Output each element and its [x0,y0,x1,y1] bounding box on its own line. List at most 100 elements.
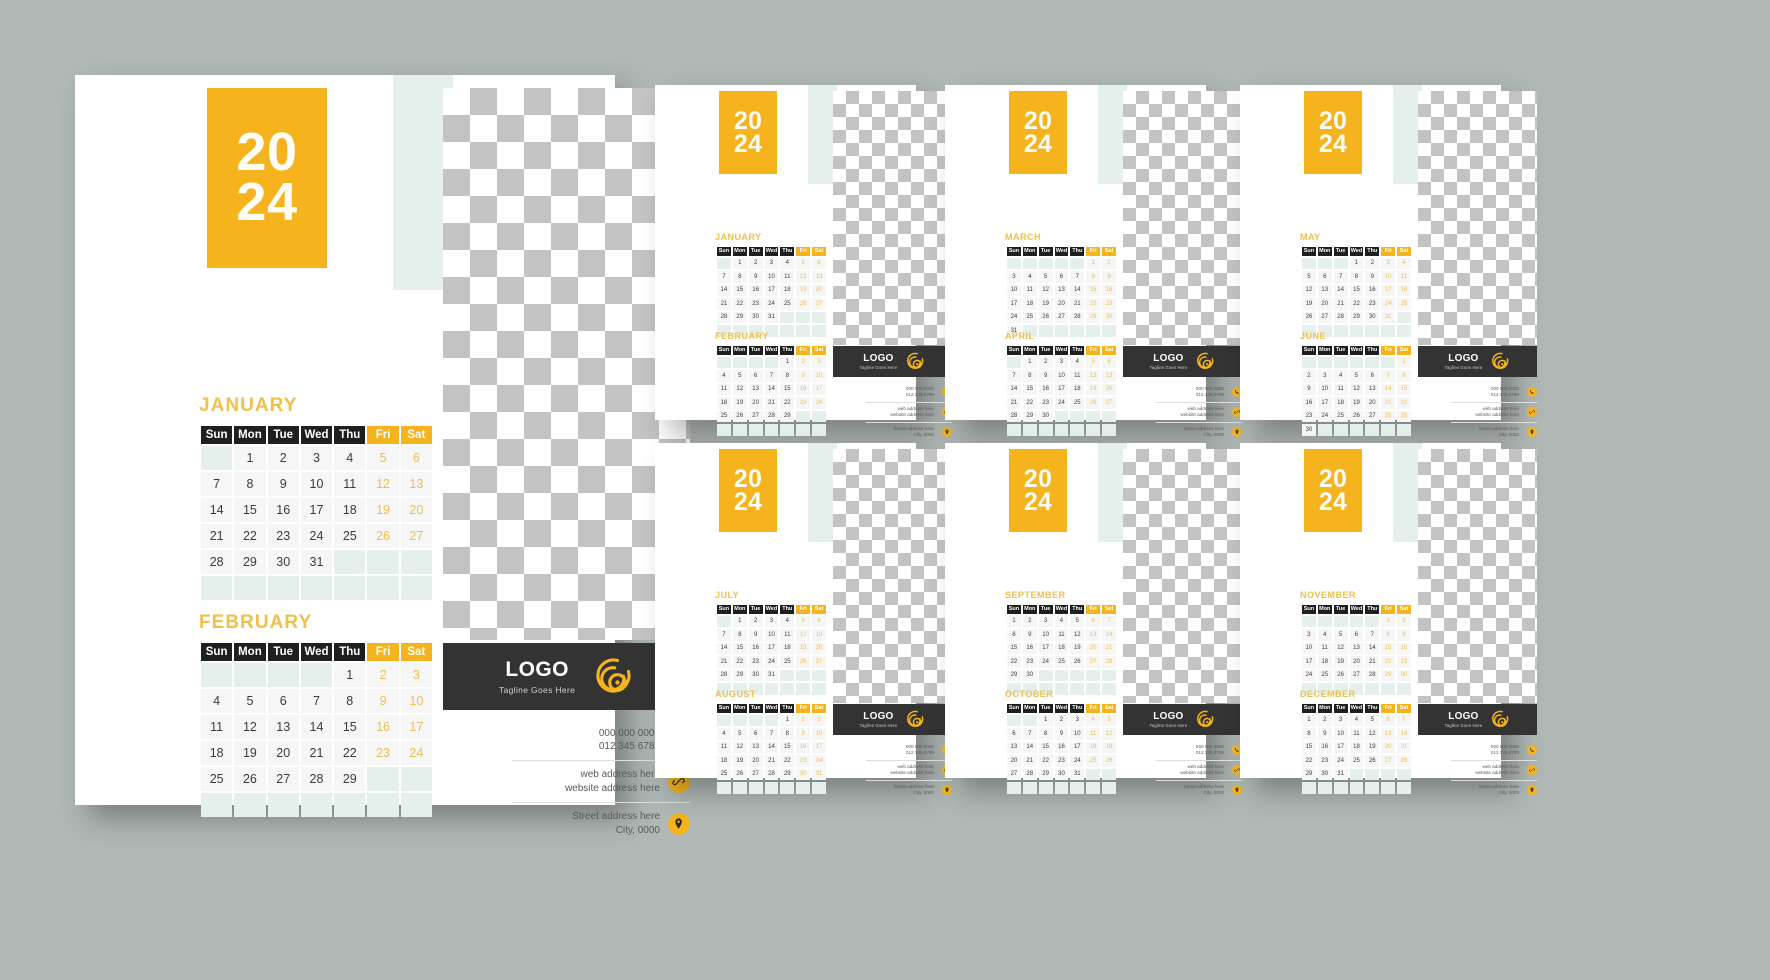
calendar-day-cell[interactable]: 11 [717,383,731,396]
calendar-day-cell[interactable]: 25 [717,768,731,781]
calendar-day-cell[interactable]: 18 [1317,656,1332,668]
calendar-day-cell[interactable]: 26 [796,656,811,668]
calendar-day-cell[interactable]: 7 [764,370,779,382]
calendar-day-cell[interactable]: 1 [1007,615,1021,628]
calendar-day-cell[interactable]: 4 [717,728,731,740]
photo-placeholder[interactable] [1123,91,1242,345]
calendar-day-cell[interactable]: 14 [764,383,779,396]
calendar-day-cell[interactable]: 22 [1007,656,1021,668]
calendar-day-cell[interactable]: 13 [1317,284,1332,297]
calendar-day-cell[interactable]: 13 [1349,642,1364,655]
calendar-day-cell[interactable]: 18 [334,497,366,522]
calendar-day-cell[interactable]: 22 [732,298,747,310]
calendar-day-cell[interactable]: 23 [1317,755,1332,767]
calendar-day-cell[interactable]: 15 [334,714,366,739]
calendar-day-cell[interactable]: 29 [1349,311,1364,324]
calendar-day-cell[interactable]: 24 [764,656,779,668]
contact-icon-address[interactable] [1527,427,1537,438]
calendar-day-cell[interactable]: 23 [1038,397,1053,409]
calendar-day-cell[interactable]: 25 [1317,669,1332,682]
calendar-day-cell[interactable]: 27 [1349,669,1364,682]
calendar-day-cell[interactable]: 26 [1070,656,1085,668]
calendar-day-cell[interactable]: 22 [1302,755,1316,767]
calendar-day-cell[interactable]: 4 [1070,356,1085,369]
calendar-day-cell[interactable]: 26 [1333,669,1348,682]
calendar-day-cell[interactable]: 16 [1038,383,1053,396]
calendar-day-cell[interactable]: 10 [1038,629,1053,641]
calendar-day-cell[interactable]: 25 [1054,656,1069,668]
calendar-day-cell[interactable]: 4 [717,370,731,382]
calendar-day-cell[interactable]: 5 [796,615,811,628]
calendar-day-cell[interactable]: 22 [1086,298,1101,310]
calendar-day-cell[interactable]: 14 [201,497,233,522]
calendar-day-cell[interactable]: 15 [234,497,266,522]
calendar-day-cell[interactable]: 18 [1349,741,1364,754]
calendar-day-cell[interactable]: 28 [1007,410,1021,423]
calendar-day-cell[interactable]: 17 [1007,298,1021,310]
calendar-day-cell[interactable]: 5 [1333,629,1348,641]
calendar-day-cell[interactable]: 3 [1054,356,1069,369]
calendar-day-cell[interactable]: 17 [1054,383,1069,396]
calendar-day-cell[interactable]: 22 [334,740,366,765]
calendar-day-cell[interactable]: 18 [1333,397,1348,409]
calendar-day-cell[interactable]: 1 [732,615,747,628]
calendar-day-cell[interactable]: 13 [267,714,299,739]
calendar-day-cell[interactable]: 14 [717,284,731,297]
calendar-day-cell[interactable]: 6 [267,688,299,713]
calendar-day-cell[interactable]: 21 [1102,642,1116,655]
calendar-day-cell[interactable]: 12 [796,271,811,283]
calendar-day-cell[interactable]: 24 [1381,298,1396,310]
calendar-day-cell[interactable]: 6 [1054,271,1069,283]
calendar-day-cell[interactable]: 11 [1054,629,1069,641]
calendar-day-cell[interactable]: 2 [1102,257,1116,270]
calendar-day-cell[interactable]: 30 [1054,768,1069,781]
calendar-day-cell[interactable]: 17 [764,642,779,655]
calendar-day-cell[interactable]: 19 [1302,298,1316,310]
calendar-day-cell[interactable]: 21 [300,740,333,765]
calendar-day-cell[interactable]: 2 [748,615,763,628]
calendar-day-cell[interactable]: 20 [267,740,299,765]
calendar-day-cell[interactable]: 11 [1086,728,1101,740]
calendar-day-cell[interactable]: 16 [796,383,811,396]
calendar-day-cell[interactable]: 7 [1102,615,1116,628]
calendar-day-cell[interactable]: 27 [1007,768,1021,781]
calendar-day-cell[interactable]: 30 [1102,311,1116,324]
calendar-day-cell[interactable]: 19 [732,755,747,767]
calendar-day-cell[interactable]: 15 [1381,642,1396,655]
calendar-day-cell[interactable]: 15 [1397,383,1411,396]
calendar-day-cell[interactable]: 18 [717,397,731,409]
calendar-day-cell[interactable]: 22 [1381,656,1396,668]
calendar-day-cell[interactable]: 11 [1022,284,1037,297]
calendar-day-cell[interactable]: 7 [717,271,731,283]
calendar-day-cell[interactable]: 1 [234,445,266,470]
calendar-day-cell[interactable]: 1 [1302,714,1316,727]
calendar-day-cell[interactable]: 16 [748,284,763,297]
calendar-day-cell[interactable]: 10 [1302,642,1316,655]
calendar-day-cell[interactable]: 2 [1022,615,1037,628]
calendar-day-cell[interactable]: 5 [1086,356,1101,369]
calendar-day-cell[interactable]: 30 [1038,410,1053,423]
calendar-day-cell[interactable]: 12 [1302,284,1316,297]
calendar-day-cell[interactable]: 24 [812,397,826,409]
calendar-day-cell[interactable]: 5 [1365,714,1380,727]
calendar-day-cell[interactable]: 15 [780,383,795,396]
calendar-day-cell[interactable]: 14 [1333,284,1348,297]
calendar-day-cell[interactable]: 21 [1381,397,1396,409]
calendar-day-cell[interactable]: 16 [1102,284,1116,297]
calendar-day-cell[interactable]: 27 [400,523,432,548]
calendar-day-cell[interactable]: 18 [1022,298,1037,310]
calendar-day-cell[interactable]: 5 [732,370,747,382]
calendar-day-cell[interactable]: 6 [1317,271,1332,283]
calendar-day-cell[interactable]: 6 [748,370,763,382]
calendar-day-cell[interactable]: 21 [1007,397,1021,409]
calendar-day-cell[interactable]: 29 [1397,410,1411,423]
calendar-day-cell[interactable]: 18 [780,642,795,655]
calendar-day-cell[interactable]: 6 [1007,728,1021,740]
calendar-day-cell[interactable]: 9 [1054,728,1069,740]
calendar-day-cell[interactable]: 7 [1381,370,1396,382]
calendar-day-cell[interactable]: 15 [732,284,747,297]
calendar-day-cell[interactable]: 3 [400,662,432,687]
calendar-day-cell[interactable]: 4 [1397,257,1411,270]
calendar-day-cell[interactable]: 8 [780,370,795,382]
calendar-day-cell[interactable]: 12 [1365,728,1380,740]
